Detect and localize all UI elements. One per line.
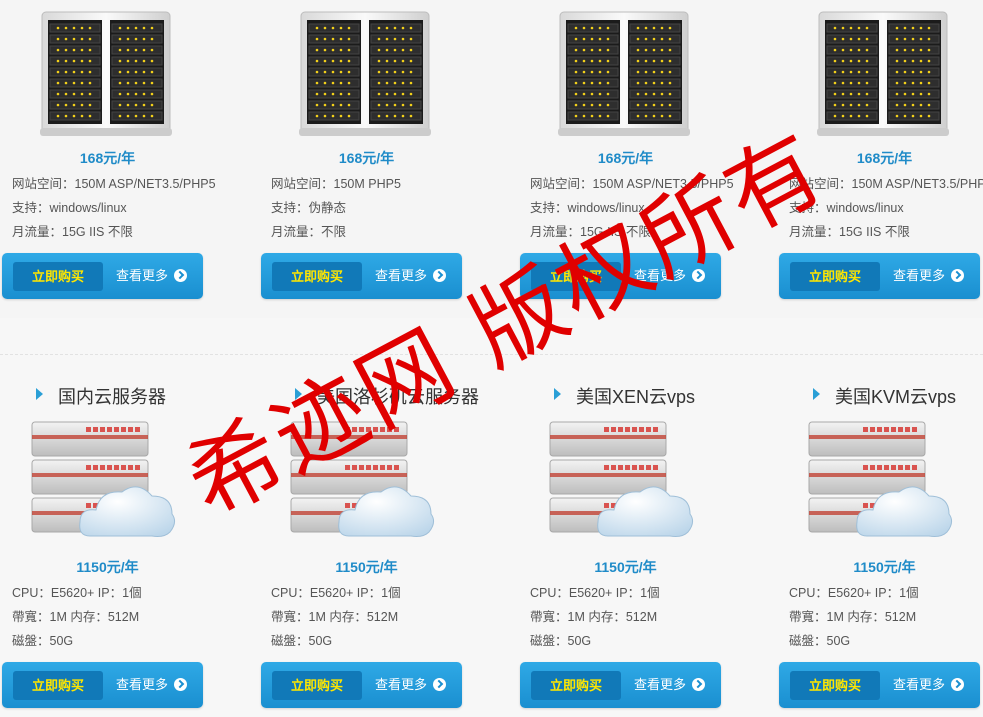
plan-spec: CPU：E5620+ IP：1個 — [271, 586, 401, 600]
action-bar: 立即购买 查看更多 — [779, 253, 980, 299]
plan-spec: 网站空间：150M PHP5 — [271, 177, 401, 191]
view-more-link[interactable]: 查看更多 — [116, 662, 188, 708]
cloud-server-card: 美国XEN云vps 1150元/年 CPU：E5620+ IP：1個 帶寬：1M 内存… — [518, 318, 777, 717]
plan-spec: 帶寬：1M 内存：512M — [789, 610, 917, 624]
buy-now-button[interactable]: 立即购买 — [13, 262, 103, 291]
product-name[interactable]: 国内云服务器 — [58, 383, 166, 409]
caret-right-icon — [813, 388, 820, 400]
arrow-right-circle-icon — [433, 678, 447, 691]
hosting-plan-card: 168元/年网站空间：150M ASP/NET3.5/PHP5 支持：window… — [0, 0, 259, 318]
view-more-link[interactable]: 查看更多 — [893, 253, 965, 299]
plan-price: 168元/年 — [338, 150, 395, 166]
action-bar: 立即购买 查看更多 — [520, 662, 721, 708]
plan-price: 1150元/年 — [76, 559, 139, 575]
buy-now-button[interactable]: 立即购买 — [790, 262, 880, 291]
server-rack-icon — [40, 10, 172, 142]
plan-spec: 月流量：15G IIS 不限 — [789, 225, 910, 239]
action-bar: 立即购买 查看更多 — [2, 253, 203, 299]
hosting-plan-card: 168元/年网站空间：150M ASP/NET3.5/PHP5 支持：window… — [777, 0, 983, 318]
plan-spec: CPU：E5620+ IP：1個 — [789, 586, 919, 600]
cloud-server-icon — [289, 418, 439, 550]
caret-right-icon — [554, 388, 561, 400]
arrow-right-circle-icon — [692, 269, 706, 282]
plan-spec: 帶寬：1M 内存：512M — [530, 610, 658, 624]
plan-price: 168元/年 — [79, 150, 136, 166]
cloud-server-icon — [30, 418, 180, 550]
plan-spec: 月流量：不限 — [271, 225, 347, 239]
plan-spec: 月流量：15G IIS 不限 — [530, 225, 651, 239]
action-bar: 立即购买 查看更多 — [261, 662, 462, 708]
plan-spec: 支持：windows/linux — [789, 201, 904, 215]
plan-price: 1150元/年 — [594, 559, 657, 575]
server-rack-icon — [817, 10, 949, 142]
hosting-plan-card: 168元/年网站空间：150M ASP/NET3.5/PHP5 支持：window… — [518, 0, 777, 318]
action-bar: 立即购买 查看更多 — [520, 253, 721, 299]
cloud-server-card: 美国KVM云vps 1150元/年 CPU：E5620+ IP：1個 帶寬：1M 内存… — [777, 318, 983, 717]
cloud-server-card: 国内云服务器 1150元/年 CPU：E5620+ IP：1個 帶寬：1M 内存：51… — [0, 318, 259, 717]
plan-price: 1150元/年 — [853, 559, 916, 575]
view-more-link[interactable]: 查看更多 — [634, 253, 706, 299]
view-more-label: 查看更多 — [634, 677, 687, 692]
cloud-server-icon — [548, 418, 698, 550]
arrow-right-circle-icon — [174, 678, 188, 691]
action-bar: 立即购买 查看更多 — [2, 662, 203, 708]
action-bar: 立即购买 查看更多 — [261, 253, 462, 299]
buy-now-button[interactable]: 立即购买 — [531, 671, 621, 700]
buy-now-button[interactable]: 立即购买 — [272, 262, 362, 291]
plan-spec: 磁盤：50G — [530, 634, 592, 648]
cloud-server-icon — [807, 418, 957, 550]
cloud-server-card: 美国洛杉矶云服务器 1150元/年 CPU：E5620+ IP：1個 帶寬：1M 内存… — [259, 318, 518, 717]
arrow-right-circle-icon — [951, 269, 965, 282]
view-more-label: 查看更多 — [893, 677, 946, 692]
plan-spec: 磁盤：50G — [12, 634, 74, 648]
plan-spec: 网站空间：150M ASP/NET3.5/PHP5 — [12, 177, 216, 191]
arrow-right-circle-icon — [951, 678, 965, 691]
view-more-link[interactable]: 查看更多 — [116, 253, 188, 299]
plan-spec: 帶寬：1M 内存：512M — [271, 610, 399, 624]
plan-spec: 网站空间：150M ASP/NET3.5/PHP5 — [789, 177, 983, 191]
product-name[interactable]: 美国洛杉矶云服务器 — [317, 383, 479, 409]
view-more-label: 查看更多 — [116, 268, 169, 283]
view-more-link[interactable]: 查看更多 — [893, 662, 965, 708]
buy-now-button[interactable]: 立即购买 — [790, 671, 880, 700]
caret-right-icon — [36, 388, 43, 400]
view-more-label: 查看更多 — [375, 677, 428, 692]
product-name[interactable]: 美国KVM云vps — [835, 383, 956, 409]
server-rack-icon — [299, 10, 431, 142]
plan-price: 1150元/年 — [335, 559, 398, 575]
plan-spec: 磁盤：50G — [789, 634, 851, 648]
hosting-plan-card: 168元/年网站空间：150M PHP5 支持：伪静态 月流量：不限立即购买 查看更多 — [259, 0, 518, 318]
plan-spec: CPU：E5620+ IP：1個 — [530, 586, 660, 600]
view-more-link[interactable]: 查看更多 — [634, 662, 706, 708]
plan-spec: 月流量：15G IIS 不限 — [12, 225, 133, 239]
view-more-label: 查看更多 — [116, 677, 169, 692]
arrow-right-circle-icon — [433, 269, 447, 282]
plan-spec: 支持：伪静态 — [271, 201, 347, 215]
plan-spec: 支持：windows/linux — [12, 201, 127, 215]
plan-spec: 网站空间：150M ASP/NET3.5/PHP5 — [530, 177, 734, 191]
buy-now-button[interactable]: 立即购买 — [13, 671, 103, 700]
caret-right-icon — [295, 388, 302, 400]
view-more-link[interactable]: 查看更多 — [375, 253, 447, 299]
buy-now-button[interactable]: 立即购买 — [272, 671, 362, 700]
buy-now-button[interactable]: 立即购买 — [531, 262, 621, 291]
arrow-right-circle-icon — [174, 269, 188, 282]
arrow-right-circle-icon — [692, 678, 706, 691]
view-more-label: 查看更多 — [893, 268, 946, 283]
server-rack-icon — [558, 10, 690, 142]
view-more-link[interactable]: 查看更多 — [375, 662, 447, 708]
plan-spec: 帶寬：1M 内存：512M — [12, 610, 140, 624]
plan-price: 168元/年 — [597, 150, 654, 166]
plan-price: 168元/年 — [856, 150, 913, 166]
view-more-label: 查看更多 — [634, 268, 687, 283]
product-name[interactable]: 美国XEN云vps — [576, 383, 695, 409]
action-bar: 立即购买 查看更多 — [779, 662, 980, 708]
plan-spec: 支持：windows/linux — [530, 201, 645, 215]
view-more-label: 查看更多 — [375, 268, 428, 283]
plan-spec: CPU：E5620+ IP：1個 — [12, 586, 142, 600]
plan-spec: 磁盤：50G — [271, 634, 333, 648]
